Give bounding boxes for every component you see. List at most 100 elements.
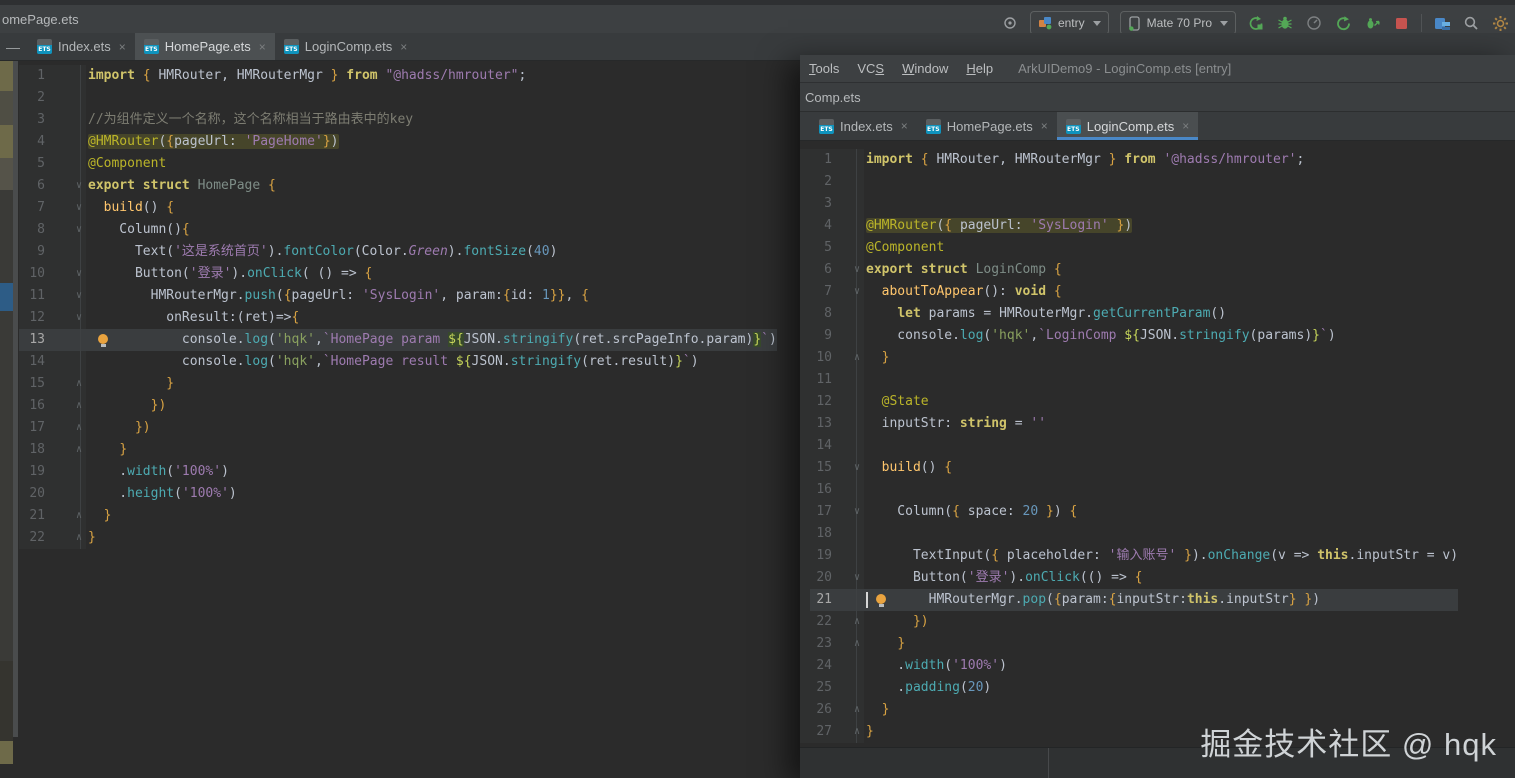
line-number[interactable]: 12 — [19, 307, 45, 329]
line-number[interactable]: 12 — [810, 391, 832, 413]
line-number[interactable]: 15 — [19, 373, 45, 395]
code-line-25[interactable]: 25 .padding(20) — [810, 677, 1458, 699]
line-number[interactable]: 3 — [810, 193, 832, 215]
line-number[interactable]: 22 — [810, 611, 832, 633]
code-line-19[interactable]: 19 TextInput({ placeholder: '输入账号' }).on… — [810, 545, 1458, 567]
line-number[interactable]: 6 — [810, 259, 832, 281]
line-number[interactable]: 4 — [19, 131, 45, 153]
code-line-9[interactable]: 9 Text('这是系统首页').fontColor(Color.Green).… — [19, 241, 777, 263]
code-line-18[interactable]: 18∧ } — [19, 439, 777, 461]
fold-marker-icon[interactable]: ∧ — [832, 633, 864, 655]
line-number[interactable]: 22 — [19, 527, 45, 549]
line-number[interactable]: 23 — [810, 633, 832, 655]
line-number[interactable]: 16 — [19, 395, 45, 417]
fold-marker-icon[interactable]: ∧ — [832, 699, 864, 721]
tab-close-icon[interactable]: × — [1041, 119, 1048, 133]
code-line-2[interactable]: 2 — [810, 171, 1458, 193]
code-line-13[interactable]: 13 console.log('hqk',`HomePage param ${J… — [19, 329, 777, 351]
code-line-9[interactable]: 9 console.log('hqk',`LoginComp ${JSON.st… — [810, 325, 1458, 347]
fold-marker-icon[interactable]: ∧ — [45, 439, 86, 461]
code-line-4[interactable]: 4@HMRouter({ pageUrl: 'SysLogin' }) — [810, 215, 1458, 237]
fold-marker-icon[interactable]: ∨ — [45, 175, 86, 197]
line-number[interactable]: 13 — [810, 413, 832, 435]
line-number[interactable]: 11 — [19, 285, 45, 307]
code-line-19[interactable]: 19 .width('100%') — [19, 461, 777, 483]
code-line-4[interactable]: 4@HMRouter({pageUrl: 'PageHome'}) — [19, 131, 777, 153]
tab-homepage-ets[interactable]: ETSHomePage.ets× — [917, 112, 1057, 140]
code-line-11[interactable]: 11 — [810, 369, 1458, 391]
code-line-7[interactable]: 7∨ build() { — [19, 197, 777, 219]
tab-logincomp-ets[interactable]: ETSLoginComp.ets× — [1057, 112, 1198, 140]
fold-marker-icon[interactable]: ∨ — [832, 457, 864, 479]
line-number[interactable]: 7 — [810, 281, 832, 303]
code-line-8[interactable]: 8∨ Column(){ — [19, 219, 777, 241]
code-line-15[interactable]: 15∨ build() { — [810, 457, 1458, 479]
code-line-16[interactable]: 16∧ }) — [19, 395, 777, 417]
intention-bulb-icon[interactable] — [98, 334, 108, 344]
line-number[interactable]: 1 — [19, 65, 45, 87]
line-number[interactable]: 21 — [810, 589, 832, 611]
code-line-6[interactable]: 6∨export struct LoginComp { — [810, 259, 1458, 281]
line-number[interactable]: 5 — [810, 237, 832, 259]
code-line-22[interactable]: 22∧ }) — [810, 611, 1458, 633]
code-line-2[interactable]: 2 — [19, 87, 777, 109]
code-line-18[interactable]: 18 — [810, 523, 1458, 545]
fold-marker-icon[interactable]: ∨ — [45, 307, 86, 329]
device-selector[interactable]: Mate 70 Pro — [1120, 11, 1236, 35]
line-number[interactable]: 8 — [19, 219, 45, 241]
line-number[interactable]: 5 — [19, 153, 45, 175]
menu-item-window[interactable]: Window — [893, 61, 957, 76]
code-line-3[interactable]: 3 — [810, 193, 1458, 215]
line-number[interactable]: 9 — [810, 325, 832, 347]
run-config-selector[interactable]: entry — [1030, 11, 1109, 35]
code-line-14[interactable]: 14 console.log('hqk',`HomePage result ${… — [19, 351, 777, 373]
line-number[interactable]: 25 — [810, 677, 832, 699]
attach-debugger-button[interactable] — [1363, 14, 1381, 32]
fold-marker-icon[interactable]: ∧ — [832, 721, 864, 743]
stop-button[interactable] — [1392, 14, 1410, 32]
tab-close-icon[interactable]: × — [901, 119, 908, 133]
fold-marker-icon[interactable]: ∨ — [45, 197, 86, 219]
line-number[interactable]: 10 — [810, 347, 832, 369]
fold-marker-icon[interactable]: ∧ — [45, 527, 86, 549]
line-number[interactable]: 7 — [19, 197, 45, 219]
line-number[interactable]: 21 — [19, 505, 45, 527]
tab-close-icon[interactable]: × — [1182, 119, 1189, 133]
line-number[interactable]: 26 — [810, 699, 832, 721]
fold-marker-icon[interactable]: ∨ — [832, 259, 864, 281]
tab-logincomp-ets[interactable]: ETSLoginComp.ets× — [275, 33, 416, 60]
code-line-26[interactable]: 26∧ } — [810, 699, 1458, 721]
search-icon[interactable] — [1462, 14, 1480, 32]
code-line-5[interactable]: 5@Component — [810, 237, 1458, 259]
code-line-10[interactable]: 10∧ } — [810, 347, 1458, 369]
line-number[interactable]: 27 — [810, 721, 832, 743]
line-number[interactable]: 14 — [19, 351, 45, 373]
locate-icon[interactable] — [1001, 14, 1019, 32]
line-number[interactable]: 18 — [19, 439, 45, 461]
line-number[interactable]: 4 — [810, 215, 832, 237]
line-number[interactable]: 2 — [19, 87, 45, 109]
line-number[interactable]: 18 — [810, 523, 832, 545]
fold-marker-icon[interactable]: ∧ — [45, 373, 86, 395]
code-line-8[interactable]: 8 let params = HMRouterMgr.getCurrentPar… — [810, 303, 1458, 325]
tab-index-ets[interactable]: ETSIndex.ets× — [810, 112, 917, 140]
code-line-12[interactable]: 12∨ onResult:(ret)=>{ — [19, 307, 777, 329]
menu-item-tools[interactable]: Tools — [800, 61, 848, 76]
line-number[interactable]: 14 — [810, 435, 832, 457]
fold-marker-icon[interactable]: ∧ — [832, 347, 864, 369]
code-line-1[interactable]: 1import { HMRouter, HMRouterMgr } from "… — [19, 65, 777, 87]
restart-app-button[interactable] — [1334, 14, 1352, 32]
debug-button[interactable] — [1276, 14, 1294, 32]
code-line-17[interactable]: 17∧ }) — [19, 417, 777, 439]
line-number[interactable]: 20 — [810, 567, 832, 589]
line-number[interactable]: 13 — [19, 329, 45, 351]
tab-close-icon[interactable]: × — [259, 40, 266, 54]
code-line-3[interactable]: 3//为组件定义一个名称，这个名称相当于路由表中的key — [19, 109, 777, 131]
line-number[interactable]: 1 — [810, 149, 832, 171]
tab-homepage-ets[interactable]: ETSHomePage.ets× — [135, 33, 275, 60]
menu-item-help[interactable]: Help — [957, 61, 1002, 76]
fold-marker-icon[interactable]: ∨ — [832, 501, 864, 523]
code-line-23[interactable]: 23∧ } — [810, 633, 1458, 655]
fold-marker-icon[interactable]: ∧ — [45, 505, 86, 527]
code-line-6[interactable]: 6∨export struct HomePage { — [19, 175, 777, 197]
